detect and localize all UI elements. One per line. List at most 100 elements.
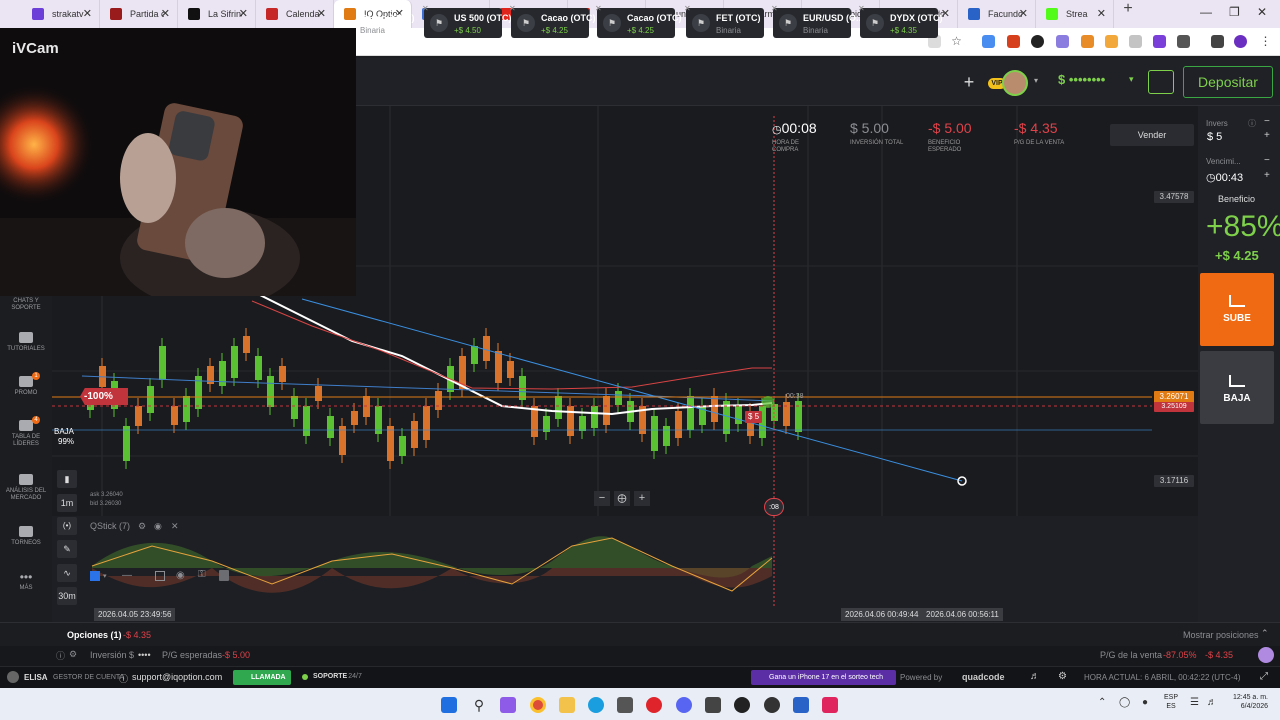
info-icon[interactable]: ⓘ (1248, 118, 1256, 129)
line-style-icon[interactable]: — (122, 570, 132, 581)
asset-tab[interactable]: ⚑ ✕ EUR/USD (O... Binaria (771, 4, 864, 38)
minus-button[interactable]: − (1264, 116, 1270, 127)
wallet-icon[interactable] (1148, 70, 1174, 94)
sidebar-item-market-analysis[interactable]: ANÁLISIS DEL MERCADO (0, 474, 52, 502)
tab-close-icon[interactable]: ✕ (1097, 7, 1106, 20)
chevron-up-icon[interactable]: ⌃ (1098, 697, 1106, 708)
browser-tab[interactable]: Facundo ✕ (958, 0, 1036, 28)
tab-close-icon[interactable]: ✕ (317, 7, 326, 20)
gear-icon[interactable]: ⚙ (138, 521, 146, 532)
chevron-down-icon[interactable]: ▾ (1129, 74, 1134, 85)
taskbar-clock[interactable]: 12:45 a. m. 6/4/2026 (1224, 693, 1268, 711)
copilot-icon[interactable] (500, 697, 516, 713)
tab-close-icon[interactable]: ✕ (161, 7, 170, 20)
metamask-icon[interactable] (1081, 35, 1094, 48)
extension-icon[interactable] (1056, 35, 1069, 48)
maximize-icon[interactable]: ❐ (1229, 5, 1240, 19)
eye-icon[interactable]: ◉ (154, 521, 162, 532)
wave-icon[interactable]: ∿ (57, 564, 77, 582)
zoom-in-button[interactable]: + (634, 491, 650, 506)
extension-icon[interactable] (1153, 35, 1166, 48)
asset-tab[interactable]: ⚑ ✕ DYDX (OTC) +$ 4.35 (858, 4, 943, 38)
wifi-icon[interactable]: ☰ (1190, 697, 1199, 708)
reading-list-icon[interactable] (1211, 35, 1224, 48)
tiktok-icon[interactable] (822, 697, 838, 713)
close-tab-icon[interactable]: ✕ (684, 4, 691, 13)
extension-icon[interactable] (1031, 35, 1044, 48)
chevron-up-icon[interactable]: ⌃ (1261, 628, 1269, 639)
center-chart-icon[interactable]: ⨁ (614, 491, 630, 506)
minimize-icon[interactable]: — (1200, 5, 1212, 19)
sidebar-item-chat[interactable]: CHATS Y SOPORTE (0, 298, 52, 312)
asset-tab[interactable]: Cacao (OTC) Binaria (360, 8, 418, 38)
tab-close-icon[interactable]: ✕ (239, 7, 248, 20)
calculator-icon[interactable] (705, 697, 721, 713)
language-indicator[interactable]: ESP ES (1164, 693, 1178, 711)
asset-tab[interactable]: ⚑ ✕ FET (OTC) Binaria (684, 4, 764, 38)
chart-type-icon[interactable]: ▮ (57, 470, 77, 488)
browser-tab[interactable]: Calendar ✕ (256, 0, 334, 28)
call-button[interactable]: LLAMADA (233, 670, 291, 685)
asset-tab[interactable]: ⚑ ✕ US 500 (OTC) +$ 4.50 (422, 4, 512, 38)
close-tab-icon[interactable]: ✕ (771, 4, 778, 13)
lock-icon[interactable]: ⚿ (198, 569, 206, 580)
sidebar-item-more[interactable]: ••• MÁS (0, 571, 52, 592)
store-icon[interactable] (617, 697, 633, 713)
sidebar-item-tournaments[interactable]: TORNEOS (0, 526, 52, 547)
sidebar-item-leaderboard[interactable]: TABLA DE LÍDERES 4 (0, 416, 52, 448)
app-icon[interactable] (793, 697, 809, 713)
tab-close-icon[interactable]: ✕ (1019, 7, 1028, 20)
minus-button[interactable]: − (1264, 155, 1270, 166)
zoom-out-button[interactable]: − (594, 491, 610, 506)
profile-avatar[interactable] (1234, 35, 1247, 48)
trash-icon[interactable] (219, 570, 229, 581)
tray-icon[interactable]: ◯ (1119, 697, 1130, 708)
plus-button[interactable]: + (1264, 170, 1270, 181)
opera-icon[interactable] (646, 697, 662, 713)
settings-gear-icon[interactable]: ⚙ (1058, 671, 1067, 682)
translate-extension-icon[interactable] (982, 35, 995, 48)
file-explorer-icon[interactable] (559, 697, 575, 713)
speaker-icon[interactable]: ♬ (1207, 697, 1217, 708)
info-icon[interactable]: ⓘ (56, 649, 65, 662)
extensions-puzzle-icon[interactable] (1177, 35, 1190, 48)
microphone-icon[interactable]: ● (1142, 697, 1148, 708)
expiry-input[interactable]: ◷00:43 (1206, 171, 1243, 184)
asset-tab[interactable]: ⚑ ✕ Cacao (OTC) +$ 4.25 (595, 4, 682, 38)
user-name[interactable]: ELISA (24, 673, 48, 682)
indicators-icon[interactable]: (•) (57, 517, 77, 535)
close-tab-icon[interactable]: ✕ (422, 4, 429, 13)
add-asset-button[interactable]: + (958, 71, 980, 93)
asset-tab[interactable]: ⚑ ✕ Cacao (OTC) +$ 4.25 (509, 4, 596, 38)
obs-icon[interactable] (734, 697, 750, 713)
floating-action-icon[interactable] (1258, 647, 1274, 663)
down-button[interactable]: BAJA (1200, 351, 1274, 424)
plus-button[interactable]: + (1264, 130, 1270, 141)
timeframe-30m[interactable]: 30m (57, 587, 77, 605)
draw-pencil-icon[interactable]: ✎ (57, 540, 77, 558)
sell-button[interactable]: Vender (1110, 124, 1194, 146)
investment-input[interactable]: $ 5 (1207, 131, 1222, 143)
tab-close-icon[interactable]: ✕ (83, 7, 92, 20)
discord-icon[interactable] (676, 697, 692, 713)
up-button[interactable]: SUBE (1200, 273, 1274, 346)
browser-tab[interactable]: Strea ✕ (1036, 0, 1114, 28)
close-tab-icon[interactable]: ✕ (509, 4, 516, 13)
gear-icon[interactable]: ⚙ (69, 649, 77, 660)
bookmark-star-icon[interactable]: ☆ (950, 35, 963, 48)
new-tab-button[interactable]: + (1114, 0, 1142, 28)
browser-tab[interactable]: La Sifrina✕ (178, 0, 256, 28)
vip-avatar[interactable]: VIP ▾ (988, 70, 1038, 96)
account-manager-link[interactable]: GESTOR DE CUENTA (53, 674, 124, 681)
close-window-icon[interactable]: ✕ (1257, 5, 1267, 19)
start-menu-icon[interactable] (441, 697, 457, 713)
visibility-icon[interactable]: ◉ (176, 570, 185, 581)
volume-icon[interactable]: ♬ (1030, 671, 1040, 682)
promo-banner[interactable]: Gana un iPhone 17 en el sorteo tech (751, 670, 896, 685)
brave-extension-icon[interactable] (1007, 35, 1020, 48)
close-tab-icon[interactable]: ✕ (595, 4, 602, 13)
color-picker[interactable] (90, 571, 100, 581)
balance-display[interactable]: $ •••••••• (1058, 72, 1105, 87)
show-positions-link[interactable]: Mostrar posiciones (1183, 630, 1259, 640)
sidebar-item-tutorials[interactable]: TUTORIALES (0, 332, 52, 353)
